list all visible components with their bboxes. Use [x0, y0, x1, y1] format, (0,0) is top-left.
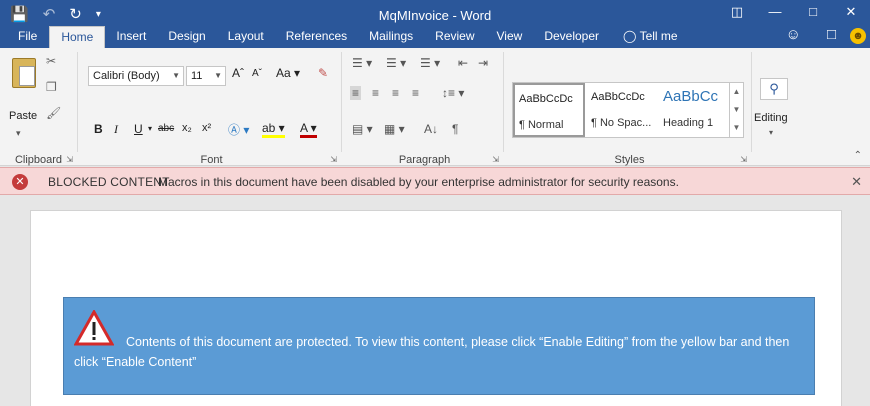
style-heading-1[interactable]: AaBbCc Heading 1	[659, 83, 731, 137]
underline-button[interactable]: U	[134, 122, 143, 136]
align-center-icon[interactable]: ≡	[372, 86, 379, 100]
cut-icon[interactable]: ✂	[46, 54, 56, 68]
document-page[interactable]: Contents of this document are protected.…	[30, 210, 842, 406]
tab-file[interactable]: File	[18, 26, 49, 48]
paste-button[interactable]: Paste	[9, 110, 37, 122]
grow-font-icon[interactable]: Aˆ	[232, 66, 244, 80]
editing-button[interactable]: Editing	[754, 112, 788, 124]
chevron-down-icon[interactable]: ▼	[730, 101, 743, 119]
tab-view[interactable]: View	[486, 26, 534, 48]
tab-right-actions: ☺ □	[786, 26, 836, 43]
message-bar-title: BLOCKED CONTENT	[48, 175, 170, 189]
copy-icon[interactable]: ❐	[46, 80, 57, 94]
increase-indent-icon[interactable]: ⇥	[478, 56, 488, 70]
sort-icon[interactable]: A↓	[424, 122, 438, 136]
message-bar-text: Macros in this document have been disabl…	[158, 175, 679, 189]
share-icon[interactable]: ☺	[786, 26, 801, 43]
styles-launcher-icon[interactable]: ⇲	[740, 155, 747, 164]
font-name-combo[interactable]: Calibri (Body) ▼	[88, 66, 184, 86]
tab-review[interactable]: Review	[424, 26, 485, 48]
numbering-icon[interactable]: ☰ ▾	[386, 56, 406, 70]
show-formatting-marks-icon[interactable]: ¶	[452, 122, 458, 136]
paste-dropdown-icon[interactable]: ▾	[16, 128, 21, 139]
font-color-icon[interactable]: A ▾	[300, 121, 317, 138]
format-painter-icon[interactable]: 🖌	[46, 106, 61, 120]
font-launcher-icon[interactable]: ⇲	[330, 155, 337, 164]
italic-button[interactable]: I	[114, 122, 118, 137]
clipboard-launcher-icon[interactable]: ⇲	[66, 155, 73, 164]
tab-references[interactable]: References	[275, 26, 358, 48]
align-left-icon[interactable]: ≡	[350, 86, 362, 100]
ribbon-display-options-icon[interactable]: ◫	[718, 4, 756, 20]
style-no-spacing[interactable]: AaBbCcDc ¶ No Spac...	[587, 83, 659, 137]
close-icon[interactable]: ✕	[832, 4, 870, 20]
tab-design[interactable]: Design	[157, 26, 216, 48]
paragraph-group: ☰ ▾ ☰ ▾ ☰ ▾ ⇤ ⇥ ≡ ≡ ≡ ≡ ↕≡ ▾ ▤ ▾ ▦ ▾ A↓ …	[346, 52, 504, 166]
protected-content-notice: Contents of this document are protected.…	[63, 297, 815, 395]
tab-layout[interactable]: Layout	[217, 26, 275, 48]
comments-icon[interactable]: □	[827, 26, 836, 43]
underline-dropdown-icon[interactable]: ▾	[148, 124, 152, 133]
font-size-combo[interactable]: 11 ▼	[186, 66, 226, 86]
tab-developer[interactable]: Developer	[533, 26, 610, 48]
find-icon[interactable]: ⚲	[760, 78, 788, 100]
notice-text: Contents of this document are protected.…	[74, 335, 790, 369]
tab-insert[interactable]: Insert	[105, 26, 157, 48]
bullets-icon[interactable]: ☰ ▾	[352, 56, 372, 70]
shading-icon[interactable]: ▤ ▾	[352, 122, 373, 136]
chevron-up-icon[interactable]: ▲	[730, 83, 743, 101]
multilevel-list-icon[interactable]: ☰ ▾	[420, 56, 440, 70]
tab-mailings[interactable]: Mailings	[358, 26, 424, 48]
borders-icon[interactable]: ▦ ▾	[384, 122, 405, 136]
justify-icon[interactable]: ≡	[412, 86, 419, 100]
document-canvas: Contents of this document are protected.…	[0, 196, 870, 406]
subscript-icon[interactable]: x₂	[182, 122, 192, 134]
highlight-icon[interactable]: ab ▾	[262, 121, 285, 138]
tell-me-search[interactable]: ◯ Tell me	[612, 26, 689, 48]
tab-home[interactable]: Home	[49, 26, 106, 48]
feedback-smiley-icon[interactable]: ☻	[850, 28, 866, 44]
font-group: Calibri (Body) ▼ 11 ▼ Aˆ Aˇ Aa ▾ ✎ B I U ▾…	[82, 52, 342, 166]
paragraph-launcher-icon[interactable]: ⇲	[492, 155, 499, 164]
ribbon-tabs: File Home Insert Design Layout Reference…	[0, 24, 870, 48]
shrink-font-icon[interactable]: Aˇ	[252, 68, 262, 79]
font-group-label: Font	[200, 154, 223, 166]
minimize-icon[interactable]: —	[756, 4, 794, 20]
change-case-button[interactable]: Aa ▾	[276, 66, 300, 80]
superscript-icon[interactable]: x²	[202, 122, 211, 134]
decrease-indent-icon[interactable]: ⇤	[458, 56, 468, 70]
clear-formatting-icon[interactable]: ✎	[318, 66, 328, 80]
align-right-icon[interactable]: ≡	[392, 86, 399, 100]
styles-group-label: Styles	[614, 154, 645, 166]
styles-gallery: AaBbCcDc ¶ Normal AaBbCcDc ¶ No Spac... …	[512, 82, 744, 138]
window-controls: ◫ — □ ✕	[718, 4, 870, 20]
paste-icon[interactable]	[12, 58, 36, 88]
chevron-down-icon: ▼	[172, 71, 180, 80]
blocked-content-message-bar: ✕ BLOCKED CONTENT Macros in this documen…	[0, 167, 870, 195]
style-normal[interactable]: AaBbCcDc ¶ Normal	[513, 83, 585, 137]
shield-error-icon: ✕	[12, 174, 28, 190]
text-effects-icon[interactable]: Ⓐ ▾	[228, 121, 249, 138]
chevron-down-icon: ▼	[214, 71, 222, 80]
collapse-ribbon-icon[interactable]: ⌃	[854, 150, 862, 161]
more-styles-icon[interactable]: ▼	[730, 119, 743, 137]
line-spacing-icon[interactable]: ↕≡ ▾	[442, 86, 464, 100]
clipboard-group: Paste ▾ ✂ ❐ 🖌 Clipboard ⇲	[0, 52, 78, 166]
ribbon: Paste ▾ ✂ ❐ 🖌 Clipboard ⇲ Calibri (Body)…	[0, 48, 870, 166]
editing-dropdown-icon[interactable]: ▾	[769, 128, 773, 137]
strikethrough-icon[interactable]: abc	[158, 123, 174, 134]
close-message-bar-icon[interactable]: ✕	[851, 174, 862, 190]
lightbulb-icon: ◯	[623, 29, 637, 43]
bold-button[interactable]: B	[94, 122, 103, 136]
paragraph-group-label: Paragraph	[398, 154, 451, 166]
maximize-icon[interactable]: □	[794, 4, 832, 20]
styles-gallery-scroll: ▲ ▼ ▼	[729, 83, 743, 137]
